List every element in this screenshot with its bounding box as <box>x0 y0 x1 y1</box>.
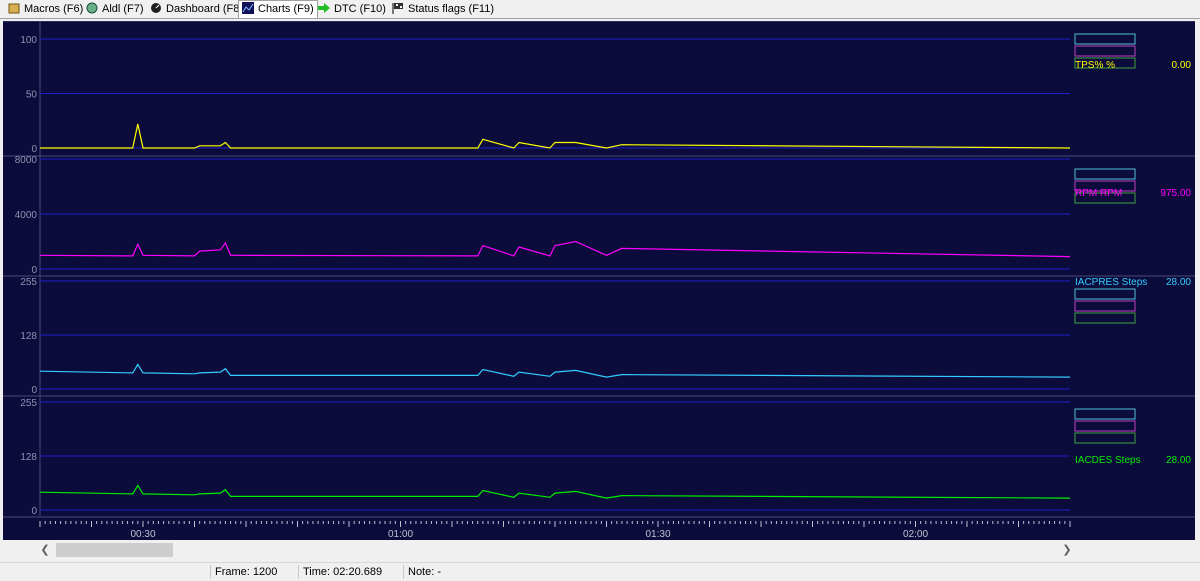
tab-label: Aldl (F7) <box>102 3 144 15</box>
y-tick-label: 0 <box>31 385 37 396</box>
series-current-value: 28.00 <box>1166 277 1191 288</box>
chart-panel-2: 8000 4000 0 RPM RPM 975.00 <box>3 155 1195 276</box>
series-line <box>39 240 1071 258</box>
legend-box[interactable] <box>1074 300 1136 312</box>
scroll-left-icon[interactable]: ❮ <box>38 543 52 557</box>
aldl-icon <box>86 2 98 14</box>
legend-box[interactable] <box>1074 168 1136 180</box>
time-axis: 00:30 01:00 01:30 02:00 <box>3 516 1195 540</box>
y-tick-label: 4000 <box>15 210 38 221</box>
y-tick-label: 8000 <box>15 155 38 166</box>
legend-box[interactable] <box>1074 33 1136 45</box>
series-label: IACPRES Steps <box>1075 277 1147 288</box>
frame-value: 1200 <box>252 566 278 578</box>
tab-macros[interactable]: Macros (F6) <box>8 1 83 17</box>
charts-canvas: 100 50 0 TPS% % 0.00 8000 4000 0 RPM RPM 975.00 25… <box>3 20 1195 540</box>
status-bar: Frame: 1200 Time: 02:20.689 Note: - <box>0 562 1200 581</box>
y-tick-label: 128 <box>20 331 37 342</box>
chart-panel-4: 255 128 0 IACDES Steps 28.00 <box>3 395 1195 517</box>
tab-dashboard[interactable]: Dashboard (F8) <box>150 1 243 17</box>
y-tick-label: 255 <box>20 398 37 409</box>
note-status: Note: - <box>403 565 608 579</box>
series-current-value: 0.00 <box>1172 60 1192 71</box>
series-current-value: 975.00 <box>1160 188 1191 199</box>
series-line <box>39 484 1071 499</box>
tab-dtc[interactable]: DTC (F10) <box>318 1 386 17</box>
chart-panel-3: 255 128 0 IACPRES Steps 28.00 <box>3 275 1195 396</box>
series-current-value: 28.00 <box>1166 455 1191 466</box>
chart-panel-1: 100 50 0 TPS% % 0.00 <box>3 20 1195 156</box>
horizontal-scrollbar[interactable]: ❮ ❯ <box>38 543 1074 557</box>
status-flags-icon <box>392 2 404 14</box>
y-tick-label: 100 <box>20 35 37 46</box>
tab-charts[interactable]: Charts (F9) <box>238 0 318 18</box>
legend-box[interactable] <box>1074 420 1136 432</box>
tab-label: Macros (F6) <box>24 3 84 15</box>
y-tick-label: 255 <box>20 277 37 288</box>
tab-label: Dashboard (F8) <box>166 3 244 15</box>
legend-box[interactable] <box>1074 408 1136 420</box>
time-value: 02:20.689 <box>333 566 383 578</box>
frame-label: Frame: <box>215 566 250 578</box>
tab-status-flags[interactable]: Status flags (F11) <box>392 1 494 17</box>
y-tick-label: 50 <box>26 90 38 101</box>
series-label: IACDES Steps <box>1075 455 1141 466</box>
time-tick-label: 00:30 <box>130 529 155 540</box>
legend-box[interactable] <box>1074 45 1136 57</box>
note-label: Note: <box>408 566 435 578</box>
legend-box[interactable] <box>1074 312 1136 324</box>
tab-label: DTC (F10) <box>334 3 386 15</box>
note-value: - <box>437 566 442 578</box>
time-tick-label: 01:00 <box>388 529 413 540</box>
dtc-arrow-icon <box>318 2 330 14</box>
dashboard-icon <box>150 2 162 14</box>
time-tick-label: 02:00 <box>903 529 928 540</box>
scrollbar-thumb[interactable] <box>56 543 173 557</box>
scroll-right-icon[interactable]: ❯ <box>1060 543 1074 557</box>
y-tick-label: 0 <box>31 144 37 155</box>
series-label: TPS% % <box>1075 60 1115 71</box>
y-tick-label: 128 <box>20 452 37 463</box>
time-label: Time: <box>303 566 331 578</box>
frame-status: Frame: 1200 <box>210 565 299 579</box>
series-label: RPM RPM <box>1075 188 1122 199</box>
series-line <box>39 363 1071 378</box>
tab-label: Charts (F9) <box>258 3 314 15</box>
legend-box[interactable] <box>1074 288 1136 300</box>
time-status: Time: 02:20.689 <box>298 565 403 579</box>
tab-bar: Macros (F6) Aldl (F7) Dashboard (F8) Cha… <box>0 0 1200 19</box>
y-tick-label: 0 <box>31 265 37 276</box>
macros-icon <box>8 2 20 14</box>
tab-label: Status flags (F11) <box>408 3 494 15</box>
tab-aldl[interactable]: Aldl (F7) <box>86 1 144 17</box>
time-tick-label: 01:30 <box>645 529 670 540</box>
charts-icon <box>242 2 254 14</box>
series-line <box>40 123 1071 149</box>
legend-box[interactable] <box>1074 432 1136 444</box>
y-tick-label: 0 <box>31 506 37 517</box>
chart-area: 100 50 0 TPS% % 0.00 8000 4000 0 RPM RPM 975.00 25… <box>3 20 1195 540</box>
